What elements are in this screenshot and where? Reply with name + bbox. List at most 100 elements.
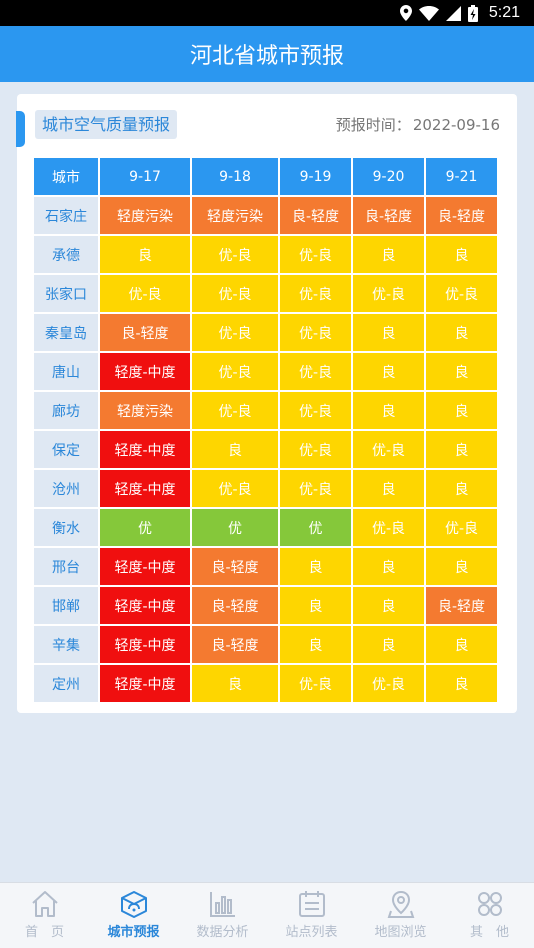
header-date-3: 9-19	[280, 158, 351, 195]
aqi-forecast-cell: 优-良	[192, 470, 278, 507]
aqi-forecast-cell: 优-良	[192, 314, 278, 351]
city-name-cell: 邢台	[34, 548, 98, 585]
aqi-forecast-cell: 优	[192, 509, 278, 546]
aqi-forecast-cell: 良	[426, 431, 497, 468]
tab-more[interactable]: 其 他	[445, 883, 534, 948]
city-name-cell: 辛集	[34, 626, 98, 663]
aqi-forecast-cell: 良	[426, 236, 497, 273]
tab-home[interactable]: 首 页	[0, 883, 89, 948]
city-name-cell: 衡水	[34, 509, 98, 546]
city-name-cell: 沧州	[34, 470, 98, 507]
table-row: 辛集 轻度-中度 良-轻度良良良	[34, 626, 497, 663]
aqi-forecast-cell: 良	[353, 314, 424, 351]
aqi-forecast-cell: 良	[280, 626, 351, 663]
aqi-forecast-cell: 良	[426, 665, 497, 702]
tab-label: 站点列表	[285, 925, 338, 940]
aqi-forecast-cell: 良-轻度	[192, 587, 278, 624]
aqi-forecast-cell: 优-良	[426, 509, 497, 546]
aqi-forecast-cell: 轻度-中度	[100, 665, 190, 702]
aqi-forecast-cell: 良-轻度	[426, 587, 497, 624]
table-row: 承德良优-良 优-良良良	[34, 236, 497, 273]
aqi-forecast-cell: 良	[280, 587, 351, 624]
table-row: 邯郸 轻度-中度 良-轻度良良良-轻度	[34, 587, 497, 624]
tab-list[interactable]: 站点列表	[267, 883, 356, 948]
forecast-date-label: 预报时间：	[335, 116, 411, 134]
header-date-4: 9-20	[353, 158, 424, 195]
aqi-forecast-cell: 良	[426, 548, 497, 585]
tab-map-pin[interactable]: 地图浏览	[356, 883, 445, 948]
aqi-forecast-cell: 优-良	[280, 665, 351, 702]
status-bar: 5:21	[0, 0, 534, 26]
aqi-forecast-cell: 优-良	[353, 665, 424, 702]
forecast-table: 城市 9-17 9-18 9-19 9-20 9-21 石家庄 轻度污染 轻度污染良…	[32, 156, 499, 704]
header-city: 城市	[34, 158, 98, 195]
aqi-forecast-cell: 良-轻度	[192, 626, 278, 663]
status-icons: 5:21	[399, 3, 520, 23]
aqi-forecast-cell: 良	[353, 587, 424, 624]
map-pin-icon	[386, 889, 416, 921]
table-row: 石家庄 轻度污染 轻度污染 良-轻度 良-轻度 良-轻度	[34, 197, 497, 234]
aqi-forecast-cell: 轻度-中度	[100, 548, 190, 585]
table-row: 邢台 轻度-中度 良-轻度良良良	[34, 548, 497, 585]
table-row: 保定 轻度-中度良优-良 优-良良	[34, 431, 497, 468]
forecast-date-value: 2022-09-16	[412, 116, 500, 134]
forecast-card: 城市空气质量预报 预报时间： 2022-09-16 城市 9-17 9-18 9-…	[16, 94, 517, 713]
city-name-cell: 秦皇岛	[34, 314, 98, 351]
aqi-forecast-cell: 良	[426, 392, 497, 429]
aqi-forecast-cell: 轻度-中度	[100, 470, 190, 507]
tab-label: 其 他	[469, 925, 509, 940]
table-row: 张家口 优-良 优-良 优-良 优-良 优-良	[34, 275, 497, 312]
home-icon	[30, 889, 60, 921]
city-name-cell: 廊坊	[34, 392, 98, 429]
aqi-forecast-cell: 轻度污染	[100, 197, 190, 234]
aqi-forecast-cell: 优-良	[100, 275, 190, 312]
city-name-cell: 保定	[34, 431, 98, 468]
aqi-forecast-cell: 良	[192, 665, 278, 702]
status-time: 5:21	[488, 4, 520, 21]
aqi-forecast-cell: 轻度-中度	[100, 626, 190, 663]
table-row: 唐山 轻度-中度 优-良 优-良良良	[34, 353, 497, 390]
header-date-1: 9-17	[100, 158, 190, 195]
aqi-forecast-cell: 良	[353, 236, 424, 273]
aqi-forecast-cell: 良	[353, 392, 424, 429]
tab-label: 城市预报	[107, 925, 160, 940]
aqi-forecast-cell: 良-轻度	[280, 197, 351, 234]
tab-label: 数据分析	[196, 925, 249, 940]
location-icon	[399, 5, 412, 21]
table-row: 沧州 轻度-中度 优-良 优-良良良	[34, 470, 497, 507]
aqi-forecast-cell: 优-良	[353, 275, 424, 312]
header-date-2: 9-18	[192, 158, 278, 195]
wifi-icon	[418, 5, 439, 21]
aqi-forecast-cell: 优-良	[280, 314, 351, 351]
table-row: 秦皇岛 良-轻度 优-良 优-良良良	[34, 314, 497, 351]
aqi-forecast-cell: 优-良	[280, 275, 351, 312]
aqi-forecast-cell: 良	[100, 236, 190, 273]
city-forecast-icon	[119, 889, 149, 921]
aqi-forecast-cell: 良	[426, 353, 497, 390]
table-row: 衡水优优优优-良 优-良	[34, 509, 497, 546]
table-row: 定州 轻度-中度良优-良 优-良良	[34, 665, 497, 702]
bottom-tab-bar: 首 页 城市预报 数据分析 站点列表 地图浏览 其 他	[0, 882, 534, 948]
aqi-forecast-cell: 优-良	[280, 470, 351, 507]
card-marker	[16, 111, 25, 147]
tab-city-forecast[interactable]: 城市预报	[89, 883, 178, 948]
city-name-cell: 承德	[34, 236, 98, 273]
aqi-forecast-cell: 优-良	[353, 431, 424, 468]
city-name-cell: 唐山	[34, 353, 98, 390]
aqi-forecast-cell: 优-良	[280, 353, 351, 390]
aqi-forecast-cell: 优-良	[280, 236, 351, 273]
aqi-forecast-cell: 良-轻度	[426, 197, 497, 234]
tab-bar-chart[interactable]: 数据分析	[178, 883, 267, 948]
aqi-forecast-cell: 良	[426, 314, 497, 351]
aqi-forecast-cell: 良	[353, 353, 424, 390]
card-tag: 城市空气质量预报	[35, 110, 178, 139]
aqi-forecast-cell: 优	[100, 509, 190, 546]
aqi-forecast-cell: 优-良	[192, 236, 278, 273]
aqi-forecast-cell: 良-轻度	[192, 548, 278, 585]
aqi-forecast-cell: 优-良	[426, 275, 497, 312]
aqi-forecast-cell: 优-良	[353, 509, 424, 546]
signal-icon	[445, 5, 461, 21]
aqi-forecast-cell: 轻度污染	[192, 197, 278, 234]
aqi-forecast-cell: 优	[280, 509, 351, 546]
aqi-forecast-cell: 良	[353, 626, 424, 663]
